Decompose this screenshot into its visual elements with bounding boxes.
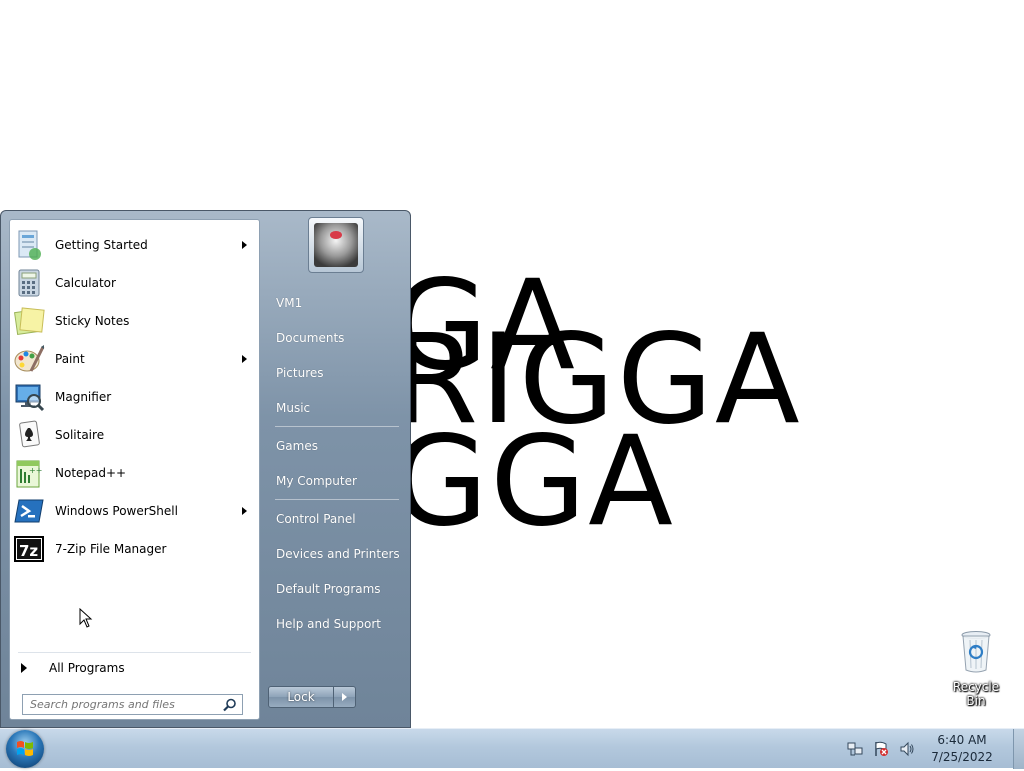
program-calculator[interactable]: Calculator — [10, 264, 259, 302]
clock-date: 7/25/2022 — [931, 750, 993, 764]
magnifier-icon — [15, 384, 45, 412]
program-label: Sticky Notes — [55, 314, 130, 328]
start-button[interactable] — [6, 730, 44, 768]
network-icon[interactable] — [847, 741, 863, 757]
program-magnifier[interactable]: Magnifier — [10, 378, 259, 416]
place-devices-and-printers[interactable]: Devices and Printers — [267, 536, 407, 571]
recycle-bin-icon — [960, 630, 992, 674]
clock-time: 6:40 AM — [937, 733, 987, 747]
program-label: 7-Zip File Manager — [55, 542, 167, 556]
place-help-and-support[interactable]: Help and Support — [267, 606, 407, 641]
paint-icon — [14, 345, 45, 372]
svg-text:7z: 7z — [19, 542, 38, 560]
all-programs-label: All Programs — [49, 661, 125, 675]
place-user-folder[interactable]: VM1 — [267, 285, 407, 320]
places-separator — [275, 426, 399, 427]
program-label: Calculator — [55, 276, 116, 290]
places-separator — [275, 499, 399, 500]
calculator-icon — [18, 269, 40, 297]
taskbar: 6:40 AM 7/25/2022 — [0, 728, 1024, 769]
recycle-bin-label: Recycle Bin — [952, 680, 1000, 708]
all-programs-button[interactable]: All Programs — [18, 656, 250, 680]
start-menu-programs-pane: Getting Started Calculator Sticky Notes … — [9, 219, 260, 720]
program-label: Windows PowerShell — [55, 504, 178, 518]
program-label: Getting Started — [55, 238, 148, 252]
user-picture — [314, 223, 358, 267]
start-menu-places-pane: VM1 Documents Pictures Music Games My Co… — [267, 285, 407, 641]
mouse-cursor-icon — [79, 608, 93, 628]
submenu-arrow-icon[interactable] — [242, 507, 247, 515]
powershell-icon — [14, 499, 44, 523]
submenu-arrow-icon[interactable] — [242, 355, 247, 363]
program-label: Paint — [55, 352, 85, 366]
shutdown-options-arrow-icon[interactable] — [334, 686, 356, 708]
action-center-flag-icon[interactable] — [873, 741, 889, 757]
volume-icon[interactable] — [899, 741, 915, 757]
program-solitaire[interactable]: Solitaire — [10, 416, 259, 454]
start-search-box[interactable] — [22, 694, 243, 715]
search-icon[interactable] — [222, 697, 238, 713]
solitaire-icon — [19, 420, 40, 448]
lock-split-button: Lock — [268, 686, 358, 708]
lock-button[interactable]: Lock — [268, 686, 334, 708]
program-paint[interactable]: Paint — [10, 340, 259, 378]
place-my-computer[interactable]: My Computer — [267, 463, 407, 498]
pinned-programs-list: Getting Started Calculator Sticky Notes … — [10, 226, 259, 568]
programs-separator — [18, 652, 251, 653]
program-label: Notepad++ — [55, 466, 127, 480]
system-tray: 6:40 AM 7/25/2022 — [847, 729, 1024, 769]
program-getting-started[interactable]: Getting Started — [10, 226, 259, 264]
program-7zip-file-manager[interactable]: 7z 7-Zip File Manager — [10, 530, 259, 568]
svg-text:++: ++ — [29, 466, 42, 475]
getting-started-icon — [18, 230, 41, 260]
program-windows-powershell[interactable]: Windows PowerShell — [10, 492, 259, 530]
program-sticky-notes[interactable]: Sticky Notes — [10, 302, 259, 340]
windows-logo-icon — [17, 741, 33, 756]
user-avatar[interactable] — [308, 217, 364, 273]
place-games[interactable]: Games — [267, 428, 407, 463]
place-music[interactable]: Music — [267, 390, 407, 425]
7zip-icon: 7z — [14, 536, 44, 562]
place-pictures[interactable]: Pictures — [267, 355, 407, 390]
recycle-bin-shortcut[interactable]: Recycle Bin — [942, 630, 1010, 708]
show-desktop-button[interactable] — [1013, 729, 1024, 769]
program-label: Solitaire — [55, 428, 105, 442]
program-notepadpp[interactable]: ++ Notepad++ — [10, 454, 259, 492]
wallpaper-text-line-3: GGA — [392, 410, 676, 554]
start-menu: Getting Started Calculator Sticky Notes … — [0, 210, 411, 728]
notepadpp-icon: ++ — [16, 460, 42, 488]
place-control-panel[interactable]: Control Panel — [267, 501, 407, 536]
submenu-arrow-icon[interactable] — [242, 241, 247, 249]
all-programs-arrow-icon — [21, 663, 27, 673]
place-documents[interactable]: Documents — [267, 320, 407, 355]
place-default-programs[interactable]: Default Programs — [267, 571, 407, 606]
program-label: Magnifier — [55, 390, 112, 404]
search-input[interactable] — [23, 697, 222, 712]
taskbar-clock[interactable]: 6:40 AM 7/25/2022 — [925, 732, 999, 766]
sticky-notes-icon — [14, 307, 45, 335]
